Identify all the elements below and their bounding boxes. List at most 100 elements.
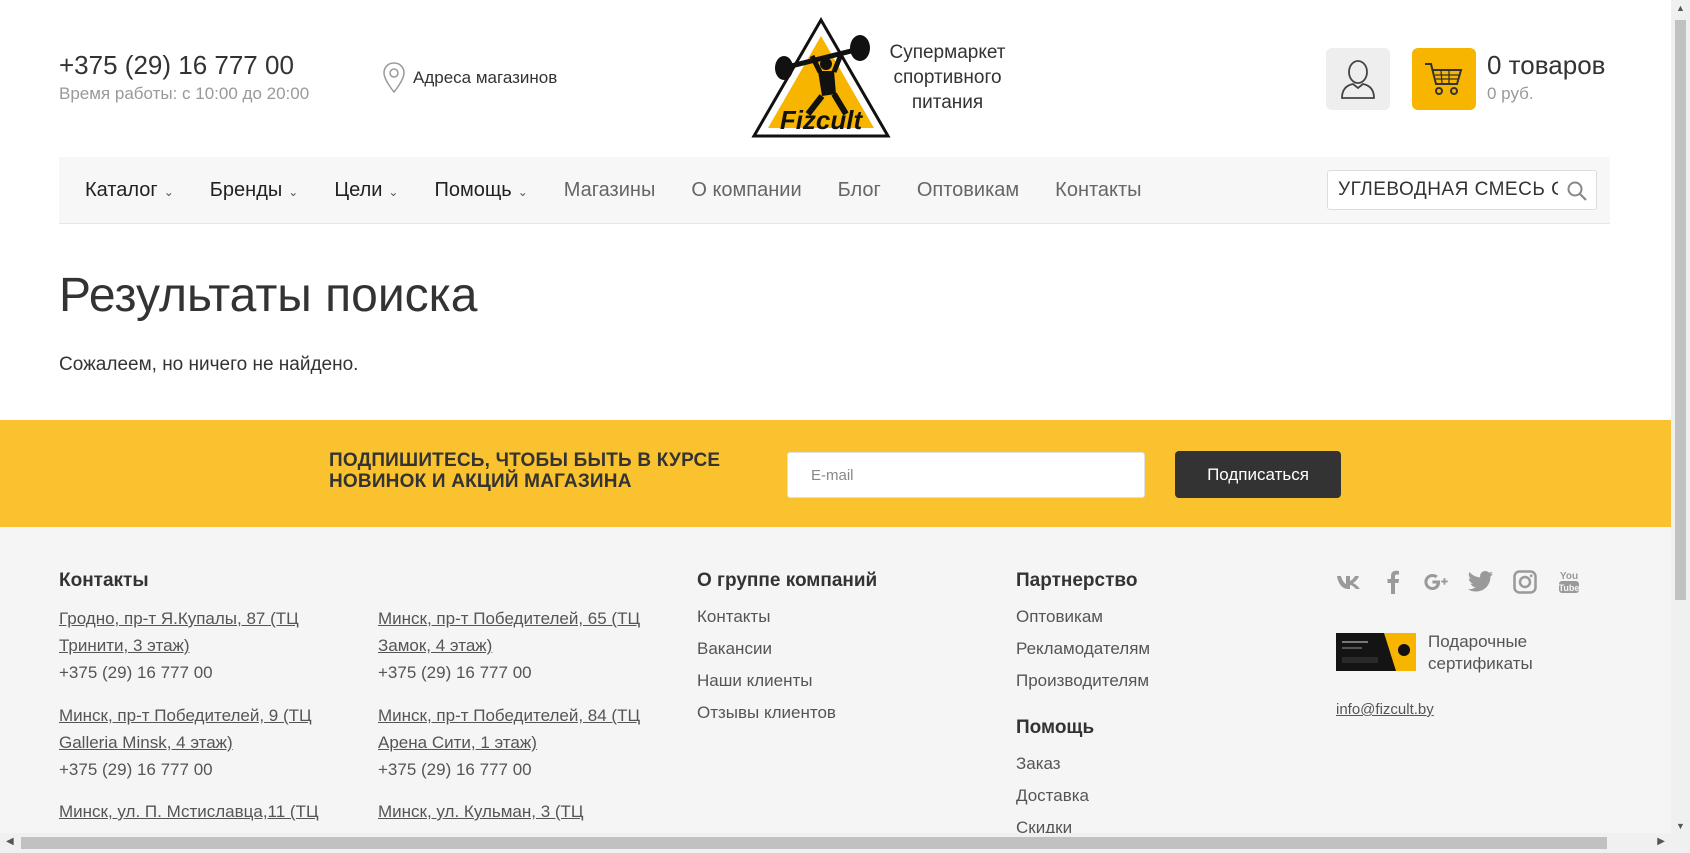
chevron-down-icon: ⌄ <box>288 184 299 199</box>
scroll-right-icon[interactable]: ▶ <box>1657 836 1665 847</box>
gift-certificate-image[interactable] <box>1336 633 1416 671</box>
footer-link[interactable]: Рекламодателям <box>1016 639 1150 671</box>
nav-item[interactable]: Блог <box>838 179 881 202</box>
search-input[interactable] <box>1328 171 1558 209</box>
nav-item-label: Контакты <box>1055 179 1142 201</box>
twitter-icon[interactable] <box>1468 569 1494 595</box>
facebook-icon[interactable] <box>1380 569 1406 595</box>
store-address: Минск, пр-т Победителей, 65 (ТЦ Замок, 4… <box>378 605 663 686</box>
chevron-down-icon: ⌄ <box>388 184 399 199</box>
scroll-left-icon[interactable]: ◀ <box>6 836 14 847</box>
vertical-scroll-thumb[interactable] <box>1675 20 1686 600</box>
store-address: Минск, ул. Кульман, 3 (ТЦ <box>378 798 663 825</box>
nav-item[interactable]: Магазины <box>564 179 656 202</box>
instagram-icon[interactable] <box>1512 569 1538 595</box>
social-links: You Tube <box>1336 569 1582 595</box>
nav-item-label: Оптовикам <box>916 179 1020 201</box>
youtube-icon[interactable]: You Tube <box>1556 569 1582 595</box>
footer-link[interactable]: Заказ <box>1016 754 1089 786</box>
user-icon <box>1341 60 1375 99</box>
page-title: Результаты поиска <box>59 269 478 322</box>
horizontal-scroll-thumb[interactable] <box>21 837 1607 849</box>
footer-link[interactable]: Доставка <box>1016 786 1089 818</box>
store-address: Гродно, пр-т Я.Купалы, 87 (ТЦ Тринити, 3… <box>59 605 344 686</box>
scroll-up-icon[interactable]: ▲ <box>1675 3 1686 13</box>
nav-item-label: Блог <box>837 179 881 201</box>
about-links: Контакты Вакансии Наши клиенты Отзывы кл… <box>697 607 836 735</box>
nav-item[interactable]: О компании <box>691 179 801 202</box>
store-address-link[interactable]: Минск, пр-т Победителей, 65 (ТЦ Замок, 4… <box>378 605 663 659</box>
partnership-heading: Партнерство <box>1016 570 1138 591</box>
location-pin-icon <box>383 62 405 94</box>
nav-item[interactable]: Помощь ⌄ <box>434 179 527 202</box>
chevron-down-icon: ⌄ <box>163 184 174 199</box>
footer-link[interactable]: Производителям <box>1016 671 1150 703</box>
svg-text:You: You <box>1560 571 1578 582</box>
subscribe-band: ПОДПИШИТЕСЬ, ЧТОБЫ БЫТЬ В КУРСЕ НОВИНОК … <box>0 420 1671 527</box>
nav-item[interactable]: Бренды ⌄ <box>210 179 299 202</box>
google-plus-icon[interactable] <box>1424 569 1450 595</box>
footer-link[interactable]: Скидки <box>1016 818 1089 833</box>
store-phone[interactable]: +375 (29) 16 777 00 <box>378 756 663 783</box>
store-address-link[interactable]: Гродно, пр-т Я.Купалы, 87 (ТЦ Тринити, 3… <box>59 605 344 659</box>
nav-item-label: Цели <box>334 179 383 201</box>
nav-item[interactable]: Оптовикам <box>917 179 1019 202</box>
header-phone[interactable]: +375 (29) 16 777 00 <box>59 50 294 81</box>
store-address-link[interactable]: Минск, ул. П. Мстиславца,11 (ТЦ <box>59 798 344 825</box>
footer-link[interactable]: Наши клиенты <box>697 671 836 703</box>
footer-link[interactable]: Отзывы клиентов <box>697 703 836 735</box>
footer-link[interactable]: Вакансии <box>697 639 836 671</box>
header: +375 (29) 16 777 00 Время работы: с 10:0… <box>0 0 1671 150</box>
nav-item-label: Помощь <box>434 179 512 201</box>
nav-item-label: Каталог <box>85 179 158 201</box>
store-address-link[interactable]: Минск, ул. Кульман, 3 (ТЦ <box>378 798 663 825</box>
no-results-message: Сожалеем, но ничего не найдено. <box>59 354 359 375</box>
scroll-down-icon[interactable]: ▼ <box>1675 821 1686 831</box>
store-phone[interactable]: +375 (29) 16 777 00 <box>378 659 663 686</box>
nav-item-label: Магазины <box>563 179 656 201</box>
nav-item[interactable]: Каталог ⌄ <box>85 179 174 202</box>
footer-link[interactable]: Контакты <box>697 607 836 639</box>
vk-icon[interactable] <box>1336 569 1362 595</box>
store-address: Минск, ул. П. Мстиславца,11 (ТЦ <box>59 798 344 825</box>
account-button[interactable] <box>1326 48 1390 110</box>
horizontal-scrollbar[interactable]: ◀ ▶ <box>0 833 1671 853</box>
email-link[interactable]: info@fizcult.by <box>1336 701 1434 718</box>
store-address: Минск, пр-т Победителей, 84 (ТЦ Арена Си… <box>378 702 663 783</box>
search-icon[interactable] <box>1566 180 1588 202</box>
store-phone[interactable]: +375 (29) 16 777 00 <box>59 659 344 686</box>
svg-text:Tube: Tube <box>1559 583 1580 593</box>
contacts-heading: Контакты <box>59 570 149 591</box>
store-address-link[interactable]: Минск, пр-т Победителей, 9 (ТЦ Galleria … <box>59 702 344 756</box>
cart-total: 0 руб. <box>1487 84 1534 103</box>
cart-button[interactable] <box>1412 48 1476 110</box>
page: +375 (29) 16 777 00 Время работы: с 10:0… <box>0 0 1671 833</box>
cart-item-count[interactable]: 0 товаров <box>1487 50 1605 81</box>
stores-link[interactable]: Адреса магазинов <box>383 62 557 94</box>
subscribe-button[interactable]: Подписаться <box>1175 451 1341 498</box>
gift-certificates-link[interactable]: Подарочные сертификаты <box>1428 631 1533 675</box>
help-heading: Помощь <box>1016 717 1095 738</box>
email-field[interactable] <box>787 452 1145 498</box>
nav-item[interactable]: Цели ⌄ <box>334 179 398 202</box>
chevron-down-icon: ⌄ <box>517 184 528 199</box>
footer: Контакты Гродно, пр-т Я.Купалы, 87 (ТЦ Т… <box>0 527 1671 833</box>
store-phone[interactable]: +375 (29) 16 777 00 <box>59 756 344 783</box>
nav-item-label: Бренды <box>209 179 283 201</box>
store-address: Минск, пр-т Победителей, 9 (ТЦ Galleria … <box>59 702 344 783</box>
vertical-scrollbar[interactable]: ▲ ▼ <box>1671 0 1690 853</box>
search-box <box>1327 170 1597 210</box>
footer-link[interactable]: Оптовикам <box>1016 607 1150 639</box>
store-tagline: Супермаркет спортивного питания <box>889 42 1006 113</box>
subscribe-text: ПОДПИШИТЕСЬ, ЧТОБЫ БЫТЬ В КУРСЕ НОВИНОК … <box>329 450 721 492</box>
main-navigation: Каталог ⌄ Бренды ⌄ Цели ⌄ Помощь ⌄ Магазины О ком… <box>59 157 1610 224</box>
working-hours: Время работы: с 10:00 до 20:00 <box>59 84 310 103</box>
cart-icon <box>1425 63 1463 95</box>
nav-item-label: О компании <box>691 179 802 201</box>
store-address-link[interactable]: Минск, пр-т Победителей, 84 (ТЦ Арена Си… <box>378 702 663 756</box>
help-links: Заказ Доставка Скидки <box>1016 754 1089 833</box>
nav-items: Каталог ⌄ Бренды ⌄ Цели ⌄ Помощь ⌄ Магазины О ком… <box>85 157 1178 224</box>
partnership-links: Оптовикам Рекламодателям Производителям <box>1016 607 1150 703</box>
stores-link-label: Адреса магазинов <box>413 68 558 87</box>
nav-item[interactable]: Контакты <box>1055 179 1141 202</box>
